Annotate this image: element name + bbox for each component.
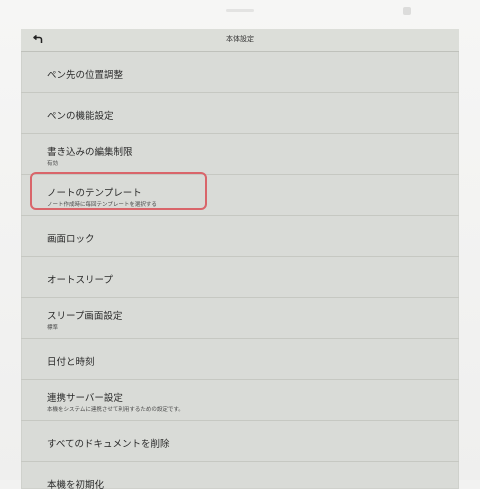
speaker-slot xyxy=(226,9,254,12)
settings-item-label: 画面ロック xyxy=(47,234,95,245)
settings-item-screen-lock[interactable]: 画面ロック xyxy=(21,216,459,257)
settings-item-value: 本機をシステムに連携させて利用するための設定です。 xyxy=(47,407,184,413)
settings-item-date-time[interactable]: 日付と時刻 xyxy=(21,339,459,380)
settings-item-label: 書き込みの編集制限 xyxy=(47,147,133,158)
settings-item-label: ペン先の位置調整 xyxy=(47,70,124,81)
page-title: 本体設定 xyxy=(226,35,254,43)
settings-item-auto-sleep[interactable]: オートスリープ xyxy=(21,257,459,298)
settings-item-delete-all-documents[interactable]: すべてのドキュメントを削除 xyxy=(21,421,459,462)
settings-item-value: 有効 xyxy=(47,161,59,167)
sensor-dot xyxy=(403,7,411,15)
settings-item-value: 標準 xyxy=(47,325,59,331)
settings-item-sleep-screen[interactable]: スリープ画面設定 標準 xyxy=(21,298,459,339)
settings-item-label: スリープ画面設定 xyxy=(47,311,123,322)
settings-item-edit-restriction[interactable]: 書き込みの編集制限 有効 xyxy=(21,134,459,175)
settings-item-pen-function[interactable]: ペンの機能設定 xyxy=(21,93,459,134)
settings-item-label: 日付と時刻 xyxy=(47,357,95,368)
settings-item-label: ノートのテンプレート xyxy=(47,188,142,199)
settings-item-note-template[interactable]: ノートのテンプレート ノート作成時に毎回テンプレートを選択する xyxy=(21,175,459,216)
settings-item-label: オートスリープ xyxy=(47,275,113,286)
settings-item-server-link[interactable]: 連携サーバー設定 本機をシステムに連携させて利用するための設定です。 xyxy=(21,380,459,421)
header-bar: 本体設定 xyxy=(21,29,459,52)
settings-item-pen-position[interactable]: ペン先の位置調整 xyxy=(21,52,459,93)
screen: 本体設定 ペン先の位置調整 ペンの機能設定 書き込みの編集制限 有効 ノートのテ… xyxy=(21,29,459,489)
settings-item-label: ペンの機能設定 xyxy=(47,111,114,122)
settings-item-factory-reset[interactable]: 本機を初期化 xyxy=(21,462,459,489)
settings-item-label: 本機を初期化 xyxy=(47,480,105,489)
settings-item-label: 連携サーバー設定 xyxy=(47,393,123,404)
settings-item-value: ノート作成時に毎回テンプレートを選択する xyxy=(47,202,157,208)
settings-item-label: すべてのドキュメントを削除 xyxy=(47,439,170,450)
